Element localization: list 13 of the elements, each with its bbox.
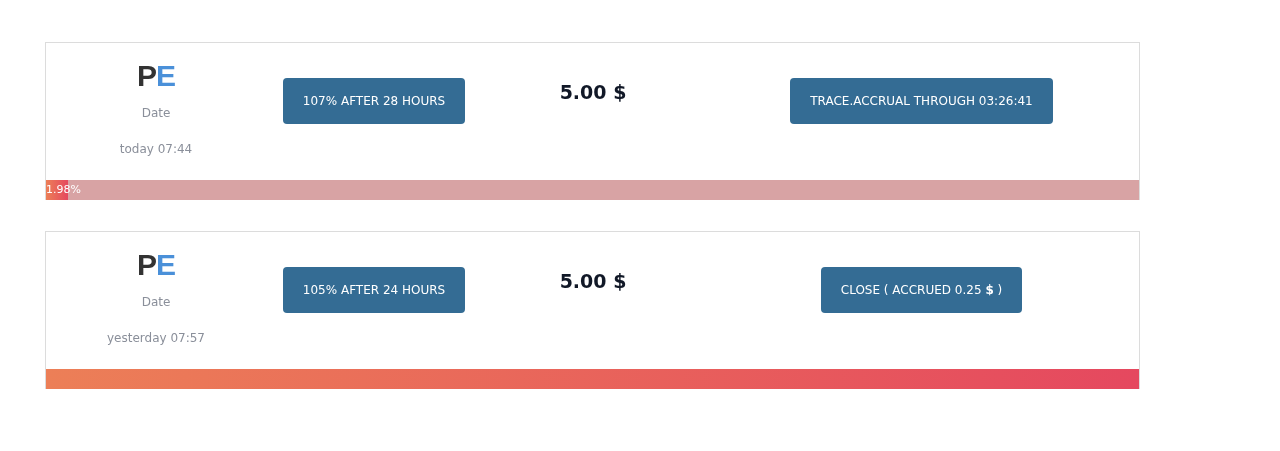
date-value: yesterday 07:57 xyxy=(107,331,205,345)
plan-button[interactable]: 107% AFTER 28 HOURS xyxy=(282,78,466,124)
amount-text: 5.00 $ xyxy=(559,270,627,292)
amount-text: 5.00 $ xyxy=(559,81,627,103)
date-label: Date xyxy=(141,295,171,309)
date-value: today 07:44 xyxy=(119,142,193,156)
date-label: Date xyxy=(141,106,171,120)
action-button[interactable]: TRACE.ACCRUAL THROUGH 03:26:41 xyxy=(790,78,1053,124)
logo: PE xyxy=(137,60,175,92)
progress-label: 1.98% xyxy=(46,183,81,196)
logo: PE xyxy=(137,249,175,281)
action-button[interactable]: CLOSE ( ACCRUED 0.25 $ ) xyxy=(820,267,1023,313)
plan-button[interactable]: 105% AFTER 24 HOURS xyxy=(282,267,466,313)
